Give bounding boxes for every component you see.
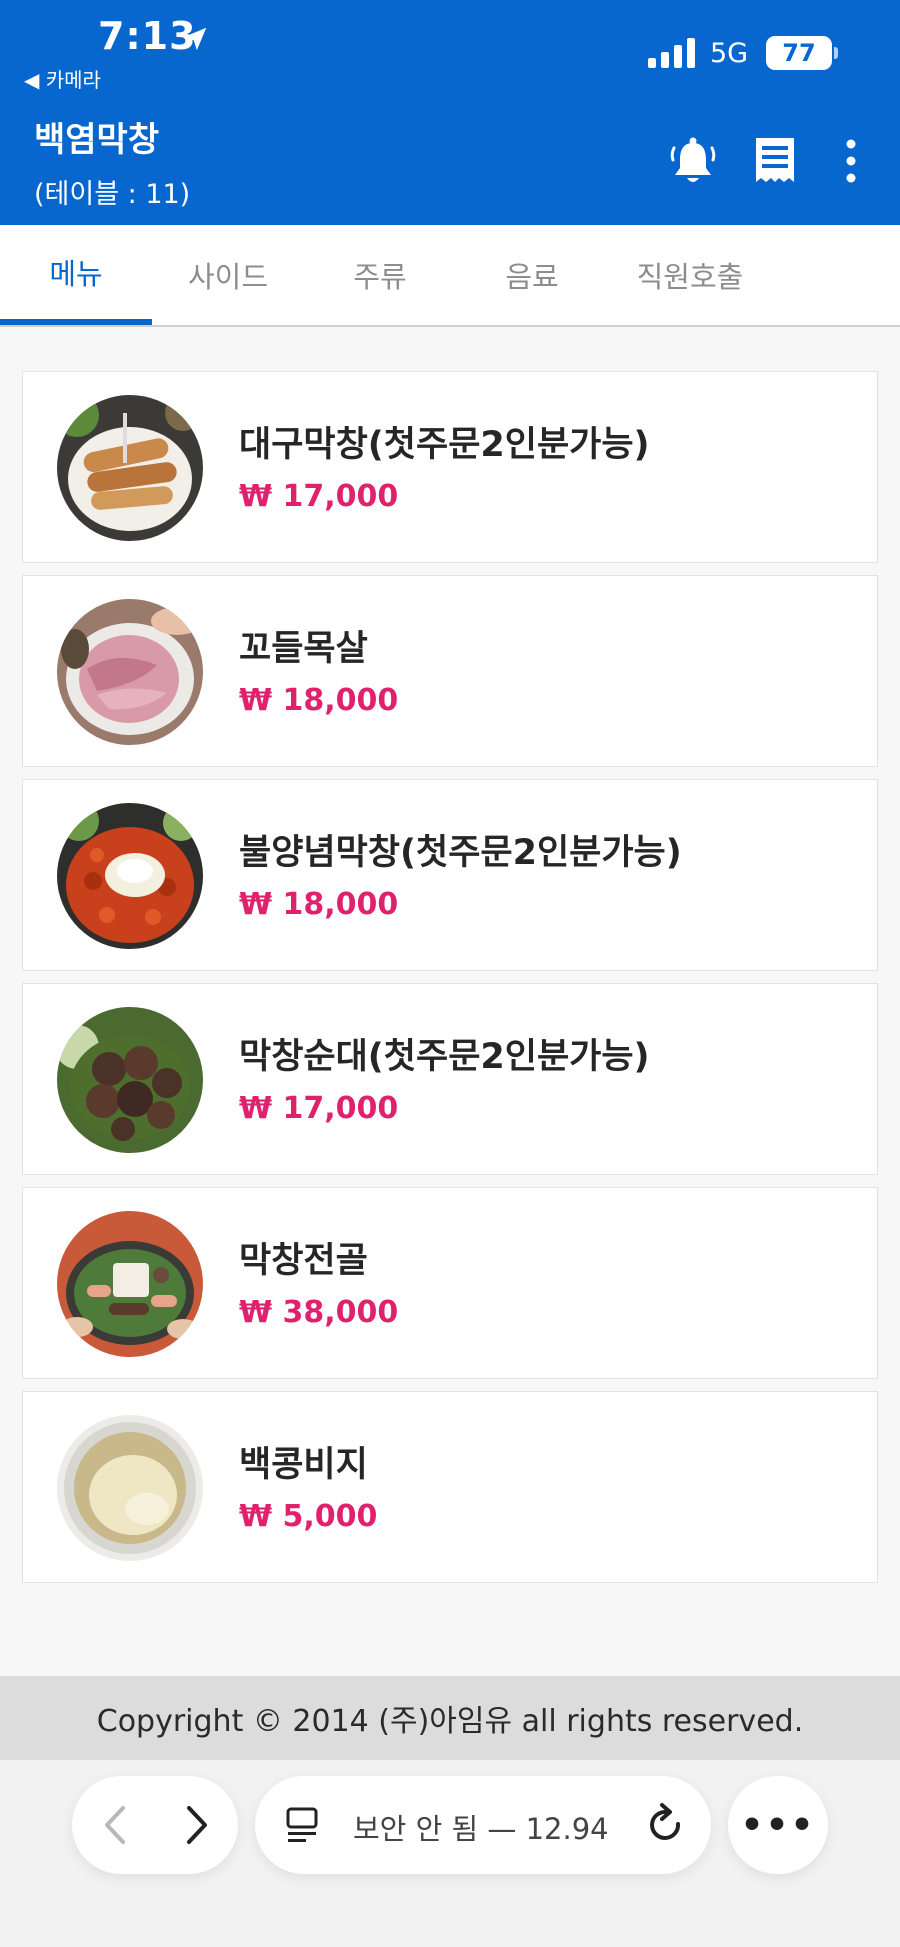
- menu-list: 대구막창(첫주문2인분가능) ₩ 17,000 꼬들목살 ₩ 18,000 불양…: [22, 371, 878, 1595]
- more-vertical-icon[interactable]: [836, 134, 866, 188]
- location-arrow-icon: [183, 27, 207, 51]
- tab-drinks[interactable]: 음료: [456, 225, 608, 325]
- reload-icon[interactable]: [645, 1802, 687, 1848]
- menu-item-price: ₩ 5,000: [239, 1499, 378, 1534]
- app-header: 7:13 ◀ 카메라 5G 77 백염막창 (테이블 : 11): [0, 0, 900, 225]
- makchang-stew-image: [57, 1211, 203, 1357]
- raw-pork-neck-image: [57, 599, 203, 745]
- menu-item-price: ₩ 17,000: [239, 479, 399, 514]
- menu-item[interactable]: 백콩비지 ₩ 5,000: [22, 1391, 878, 1583]
- menu-item-name: 백콩비지: [239, 1445, 368, 1485]
- menu-item-name: 막창전골: [239, 1241, 368, 1281]
- menu-item-name: 대구막창(첫주문2인분가능): [239, 425, 650, 465]
- category-tabs: 메뉴 사이드 주류 음료 직원호출: [0, 225, 900, 327]
- battery-indicator: 77: [766, 36, 832, 70]
- table-number: (테이블 : 11): [34, 179, 191, 210]
- copyright-footer: Copyright © 2014 (주)아임유 all rights reser…: [0, 1676, 900, 1760]
- tab-call-staff[interactable]: 직원호출: [614, 225, 766, 325]
- address-bar[interactable]: 보안 안 됨 — 12.94: [255, 1776, 711, 1874]
- url-text[interactable]: 보안 안 됨 — 12.94: [353, 1806, 609, 1848]
- page-menu-icon[interactable]: [285, 1806, 319, 1844]
- menu-item[interactable]: 막창전골 ₩ 38,000: [22, 1187, 878, 1379]
- menu-item[interactable]: 불양념막창(첫주문2인분가능) ₩ 18,000: [22, 779, 878, 971]
- battery-tip: [834, 47, 838, 59]
- tab-menu[interactable]: 메뉴: [0, 225, 152, 325]
- grilled-makchang-image: [57, 395, 203, 541]
- cellular-signal-icon: [648, 38, 695, 68]
- menu-item[interactable]: 막창순대(첫주문2인분가능) ₩ 17,000: [22, 983, 878, 1175]
- browser-more-button[interactable]: •••: [728, 1776, 828, 1874]
- menu-item[interactable]: 대구막창(첫주문2인분가능) ₩ 17,000: [22, 371, 878, 563]
- tab-liquor[interactable]: 주류: [304, 225, 456, 325]
- menu-item-name: 불양념막창(첫주문2인분가능): [239, 833, 682, 873]
- soybean-pulp-image: [57, 1415, 203, 1561]
- menu-item-price: ₩ 18,000: [239, 683, 399, 718]
- menu-item-name: 막창순대(첫주문2인분가능): [239, 1037, 650, 1077]
- menu-item-price: ₩ 17,000: [239, 1091, 399, 1126]
- menu-item-price: ₩ 18,000: [239, 887, 399, 922]
- browser-nav-group: [72, 1776, 238, 1874]
- makchang-sundae-image: [57, 1007, 203, 1153]
- spicy-makchang-image: [57, 803, 203, 949]
- menu-item-name: 꼬들목살: [239, 629, 368, 669]
- menu-item-price: ₩ 38,000: [239, 1295, 399, 1330]
- back-to-app-link[interactable]: ◀ 카메라: [24, 64, 101, 93]
- forward-arrow-icon[interactable]: [170, 1800, 220, 1850]
- store-name: 백염막창: [34, 120, 160, 160]
- tab-side[interactable]: 사이드: [152, 225, 304, 325]
- back-arrow-icon[interactable]: [92, 1800, 142, 1850]
- menu-item[interactable]: 꼬들목살 ₩ 18,000: [22, 575, 878, 767]
- receipt-icon[interactable]: [750, 134, 800, 188]
- network-type: 5G: [710, 38, 749, 69]
- bell-icon[interactable]: [668, 134, 718, 188]
